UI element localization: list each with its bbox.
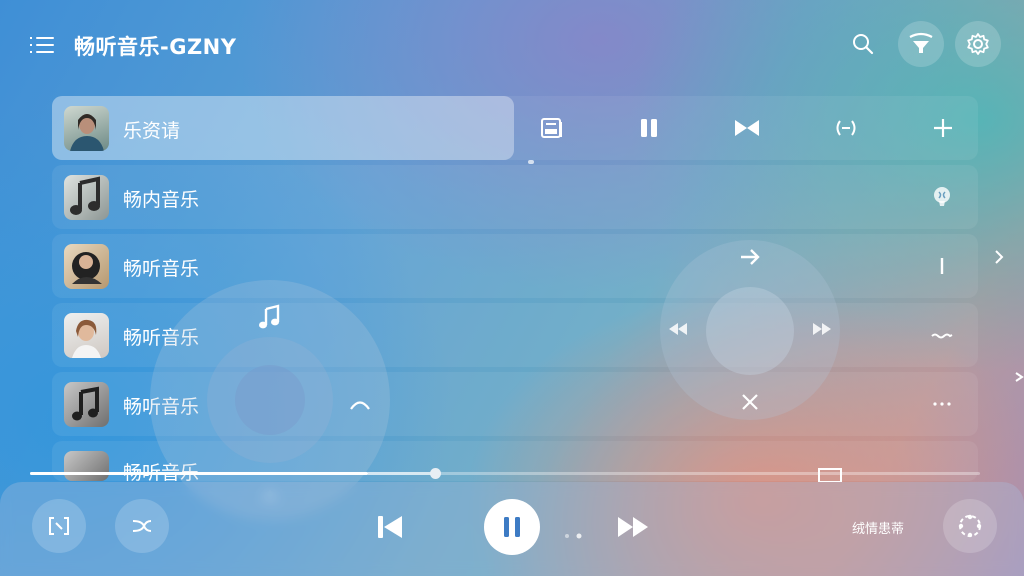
avatar <box>64 106 109 151</box>
scroll-indicator <box>528 160 534 164</box>
album-art <box>64 382 109 427</box>
bowtie-icon <box>735 120 759 136</box>
music-note-icon[interactable] <box>256 303 284 331</box>
skip-previous-icon <box>378 516 402 538</box>
list-item[interactable]: 乐资请 <box>52 96 978 160</box>
add-button[interactable] <box>927 112 959 144</box>
album-art <box>64 451 109 481</box>
crop-button[interactable] <box>32 499 86 553</box>
book-icon <box>541 118 562 138</box>
plus-icon <box>934 119 952 137</box>
filter-button[interactable] <box>898 21 944 67</box>
settings-button[interactable] <box>955 21 1001 67</box>
edge-handle[interactable] <box>1012 368 1024 382</box>
more-options-button[interactable] <box>943 499 997 553</box>
bar-icon[interactable] <box>930 254 954 278</box>
wave-icon[interactable] <box>930 323 954 347</box>
arc-icon[interactable] <box>348 396 372 412</box>
repeat-button[interactable] <box>830 112 862 144</box>
fast-forward-icon[interactable] <box>810 318 834 340</box>
page-dots <box>564 524 588 539</box>
player-right-label: 绒情患蒂 <box>852 522 905 537</box>
rewind-icon[interactable] <box>666 318 690 340</box>
search-icon <box>853 34 874 55</box>
list-item[interactable]: 畅听音乐 <box>52 234 978 298</box>
brain-icon[interactable] <box>930 185 954 209</box>
list-item-label: 畅听音乐 <box>123 258 200 280</box>
close-icon[interactable] <box>740 392 760 412</box>
album-art <box>64 244 109 289</box>
bowtie-button[interactable] <box>731 112 763 144</box>
music-note-icon <box>72 386 99 421</box>
fast-forward-icon <box>618 517 648 537</box>
music-note-icon <box>70 176 100 215</box>
list-item-label: 畅内音乐 <box>123 189 200 211</box>
repeat-icon <box>836 120 856 136</box>
shuffle-button[interactable] <box>115 499 169 553</box>
more-icon[interactable] <box>930 392 954 416</box>
arrow-right-icon[interactable] <box>738 246 762 268</box>
bracket-icon <box>49 517 69 535</box>
pause-button-small[interactable] <box>633 112 665 144</box>
shuffle-icon <box>132 520 152 532</box>
lyrics-button[interactable] <box>536 112 568 144</box>
chevron-right-icon[interactable] <box>990 248 1008 266</box>
list-item[interactable]: 畅内音乐 <box>52 165 978 229</box>
right-dial-center-button[interactable] <box>706 287 794 375</box>
menu-icon[interactable] <box>30 34 54 54</box>
pause-icon <box>504 517 520 537</box>
gear-icon <box>967 33 989 55</box>
avatar <box>64 313 109 358</box>
left-dial-center-button[interactable] <box>235 365 305 435</box>
progress-handle[interactable] <box>430 468 441 479</box>
progress-fill <box>30 472 368 475</box>
pause-icon <box>641 119 657 137</box>
app-title: 畅听音乐-GZNY <box>74 35 237 59</box>
play-pause-button[interactable] <box>484 499 540 555</box>
list-item-label: 乐资请 <box>123 120 181 142</box>
progress-buffer <box>368 472 436 475</box>
search-button[interactable] <box>840 21 886 67</box>
album-art <box>64 175 109 220</box>
selected-highlight <box>52 96 514 160</box>
previous-button[interactable] <box>374 512 406 542</box>
next-button[interactable] <box>616 512 650 542</box>
filter-icon <box>909 32 933 53</box>
circle-dots-icon <box>958 514 982 538</box>
